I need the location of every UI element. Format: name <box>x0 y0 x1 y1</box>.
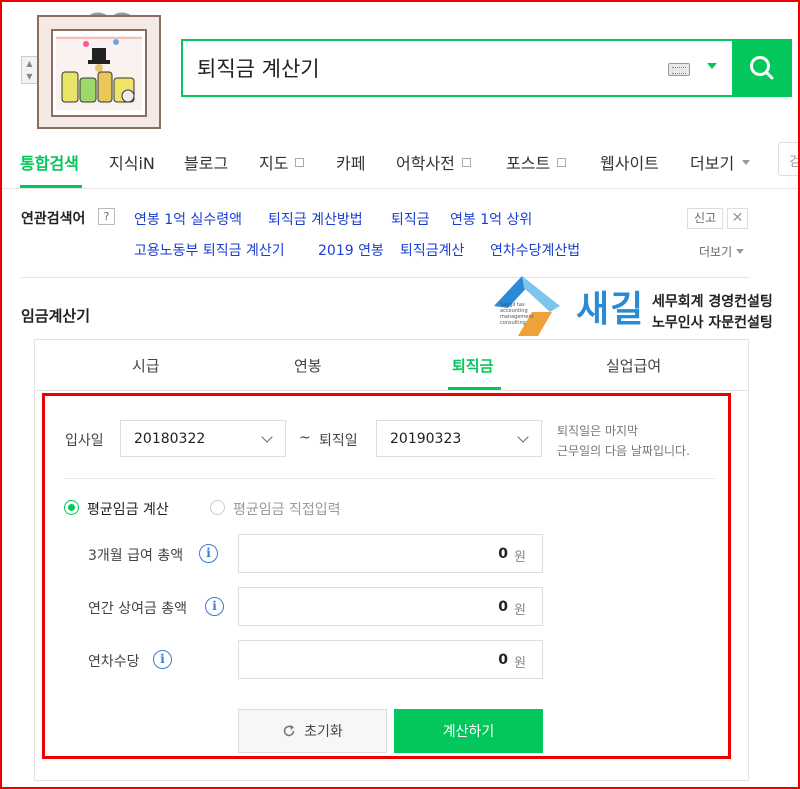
info-icon[interactable]: i <box>153 650 172 669</box>
tab-label: 지도 <box>259 154 289 173</box>
tab-label: 카페 <box>336 154 366 173</box>
tab-kin[interactable]: 지식iN <box>109 150 155 174</box>
related-link[interactable]: 퇴직금계산 <box>400 240 464 260</box>
brand-line-1: 세무회계 경영컨설팅 <box>652 294 773 310</box>
calculate-label: 계산하기 <box>442 724 495 740</box>
tab-label: 지식iN <box>109 154 155 173</box>
tab-label: 더보기 <box>690 154 735 173</box>
brand-line-2: 노무인사 자문컨설팅 <box>652 315 773 331</box>
info-icon[interactable]: i <box>205 597 224 616</box>
radio-average-wage-calc[interactable] <box>64 500 79 515</box>
start-date-value: 20180322 <box>134 431 206 447</box>
tab-website[interactable]: 웹사이트 <box>600 150 659 174</box>
tab-label: 웹사이트 <box>600 154 659 173</box>
currency-unit: 원 <box>514 656 526 671</box>
tab-blog[interactable]: 블로그 <box>184 150 228 174</box>
close-icon[interactable]: ✕ <box>727 208 748 229</box>
help-icon[interactable]: ? <box>98 208 115 225</box>
annual-bonus-input[interactable]: 0 원 <box>238 587 543 626</box>
field-label: 연차수당 <box>88 654 140 670</box>
tab-label: 통합검색 <box>20 154 79 173</box>
related-link[interactable]: 퇴직금 <box>391 209 430 229</box>
currency-unit: 원 <box>514 550 526 565</box>
amount-value: 0 <box>498 652 508 668</box>
tab-unemployment-benefit[interactable]: 실업급여 <box>606 355 661 376</box>
end-date-note: 퇴직일은 마지막 근무일의 다음 날짜입니다. <box>557 421 690 461</box>
search-box <box>181 39 792 97</box>
tab-cafe[interactable]: 카페 <box>336 150 365 174</box>
amount-value: 0 <box>498 599 508 615</box>
brand-tagline-small: Saegil tax accounting management consult… <box>500 302 534 326</box>
autocomplete-toggle-icon[interactable] <box>707 63 717 69</box>
tab-all[interactable]: 통합검색 <box>20 150 79 174</box>
tab-label: 블로그 <box>184 154 229 173</box>
radio-average-wage-direct-label[interactable]: 평균임금 직접입력 <box>233 499 341 519</box>
search-button[interactable] <box>732 39 792 97</box>
reset-label: 초기화 <box>304 724 343 740</box>
note-line: 퇴직일은 마지막 <box>557 424 639 438</box>
chevron-down-icon <box>261 431 273 443</box>
chevron-down-icon <box>736 249 745 254</box>
tilde-separator: ~ <box>299 430 311 446</box>
tab-map[interactable]: 지도 <box>259 150 305 174</box>
end-date-label: 퇴직일 <box>319 433 358 449</box>
field-label: 3개월 급여 총액 <box>88 548 184 564</box>
tab-hourly-wage[interactable]: 시급 <box>132 355 160 376</box>
info-icon[interactable]: i <box>199 544 218 563</box>
radio-average-wage-calc-label[interactable]: 평균임금 계산 <box>87 499 169 519</box>
tab-annual-salary[interactable]: 연봉 <box>294 355 322 376</box>
more-label: 더보기 <box>699 245 733 259</box>
naver-doodle-logo[interactable] <box>36 8 164 133</box>
tab-severance-pay[interactable]: 퇴직금 <box>452 355 493 376</box>
related-link[interactable]: 연봉 1억 실수령액 <box>134 209 242 229</box>
search-icon <box>750 56 774 80</box>
search-options-button[interactable]: 검 <box>778 142 800 176</box>
search-tabs-nav: 통합검색 지식iN 블로그 지도 카페 어학사전 포스트 웹사이트 더보기 검 <box>0 136 800 189</box>
tab-dictionary[interactable]: 어학사전 <box>396 150 471 174</box>
brand-name: 새길 <box>576 289 645 330</box>
related-link[interactable]: 고용노동부 퇴직금 계산기 <box>134 240 285 260</box>
refresh-icon <box>283 725 295 737</box>
currency-unit: 원 <box>514 603 526 618</box>
three-month-salary-input[interactable]: 0 원 <box>238 534 543 573</box>
reset-button[interactable]: 초기화 <box>238 709 387 753</box>
related-more-button[interactable]: 더보기 <box>699 243 745 260</box>
calculator-title: 임금계산기 <box>21 307 91 325</box>
tab-post[interactable]: 포스트 <box>506 150 567 174</box>
active-tab-indicator <box>20 185 82 188</box>
tab-label: 어학사전 <box>396 154 455 173</box>
related-searches-title: 연관검색어 <box>21 211 86 227</box>
tab-divider <box>35 390 748 391</box>
chevron-down-icon <box>517 431 529 443</box>
start-date-label: 입사일 <box>65 433 104 449</box>
external-window-icon <box>557 157 567 167</box>
related-link[interactable]: 연차수당계산법 <box>490 240 580 260</box>
search-input[interactable] <box>197 53 657 83</box>
chevron-down-icon <box>742 159 751 165</box>
note-line: 근무일의 다음 날짜입니다. <box>557 444 690 458</box>
related-link[interactable]: 연봉 1억 상위 <box>450 209 532 229</box>
end-date-select[interactable]: 20190323 <box>376 420 542 457</box>
brand-watermark: Saegil tax accounting management consult… <box>488 266 800 342</box>
keyboard-icon[interactable] <box>668 63 690 76</box>
external-window-icon <box>295 157 305 167</box>
section-divider <box>65 478 715 479</box>
calculate-button[interactable]: 계산하기 <box>394 709 543 753</box>
amount-value: 0 <box>498 546 508 562</box>
related-link[interactable]: 퇴직금 계산방법 <box>268 209 363 229</box>
start-date-select[interactable]: 20180322 <box>120 420 286 457</box>
annual-leave-pay-input[interactable]: 0 원 <box>238 640 543 679</box>
related-link[interactable]: 2019 연봉 <box>318 240 384 260</box>
radio-average-wage-direct[interactable] <box>210 500 225 515</box>
tab-label: 포스트 <box>506 154 551 173</box>
external-window-icon <box>461 157 471 167</box>
field-label: 연간 상여금 총액 <box>88 601 188 617</box>
end-date-value: 20190323 <box>390 431 462 447</box>
tab-more[interactable]: 더보기 <box>690 150 751 174</box>
report-button[interactable]: 신고 <box>687 208 723 229</box>
